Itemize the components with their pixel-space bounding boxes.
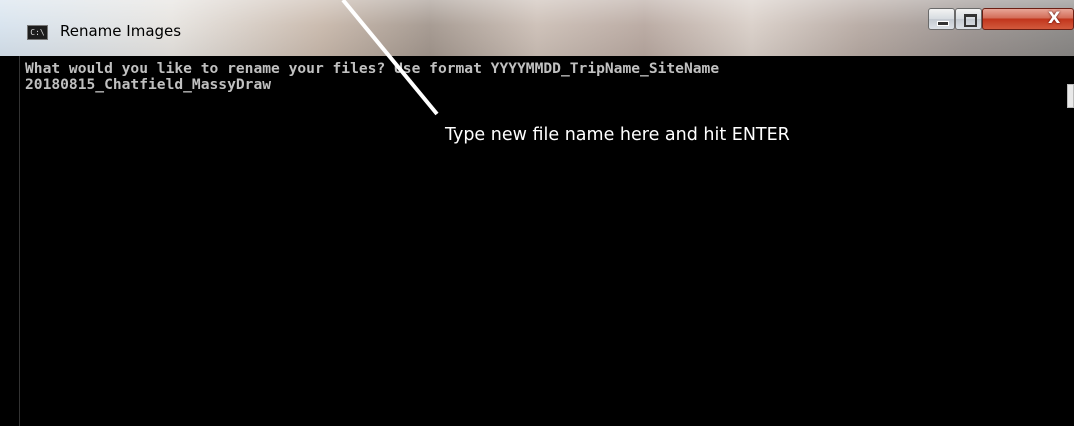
console-icon-label: C:\ [30,28,45,37]
console-icon[interactable]: C:\ [27,25,48,40]
console-window: C:\ Rename Images X What would you like … [0,0,1074,426]
close-button[interactable]: X [982,8,1074,30]
console-prompt-line: What would you like to rename your files… [25,60,720,77]
window-title: Rename Images [60,22,182,40]
minimize-icon [937,21,949,26]
console-output[interactable]: What would you like to rename your files… [19,56,1070,426]
annotation-callout: Type new file name here and hit ENTER [445,125,790,145]
vertical-scrollbar[interactable] [1067,84,1074,108]
maximize-button[interactable] [955,8,982,30]
title-bar[interactable]: C:\ Rename Images X [0,0,1074,56]
minimize-button[interactable] [928,8,955,30]
close-icon: X [1048,8,1061,27]
maximize-icon [964,14,977,27]
console-input-line[interactable]: 20180815_Chatfield_MassyDraw [25,76,271,93]
